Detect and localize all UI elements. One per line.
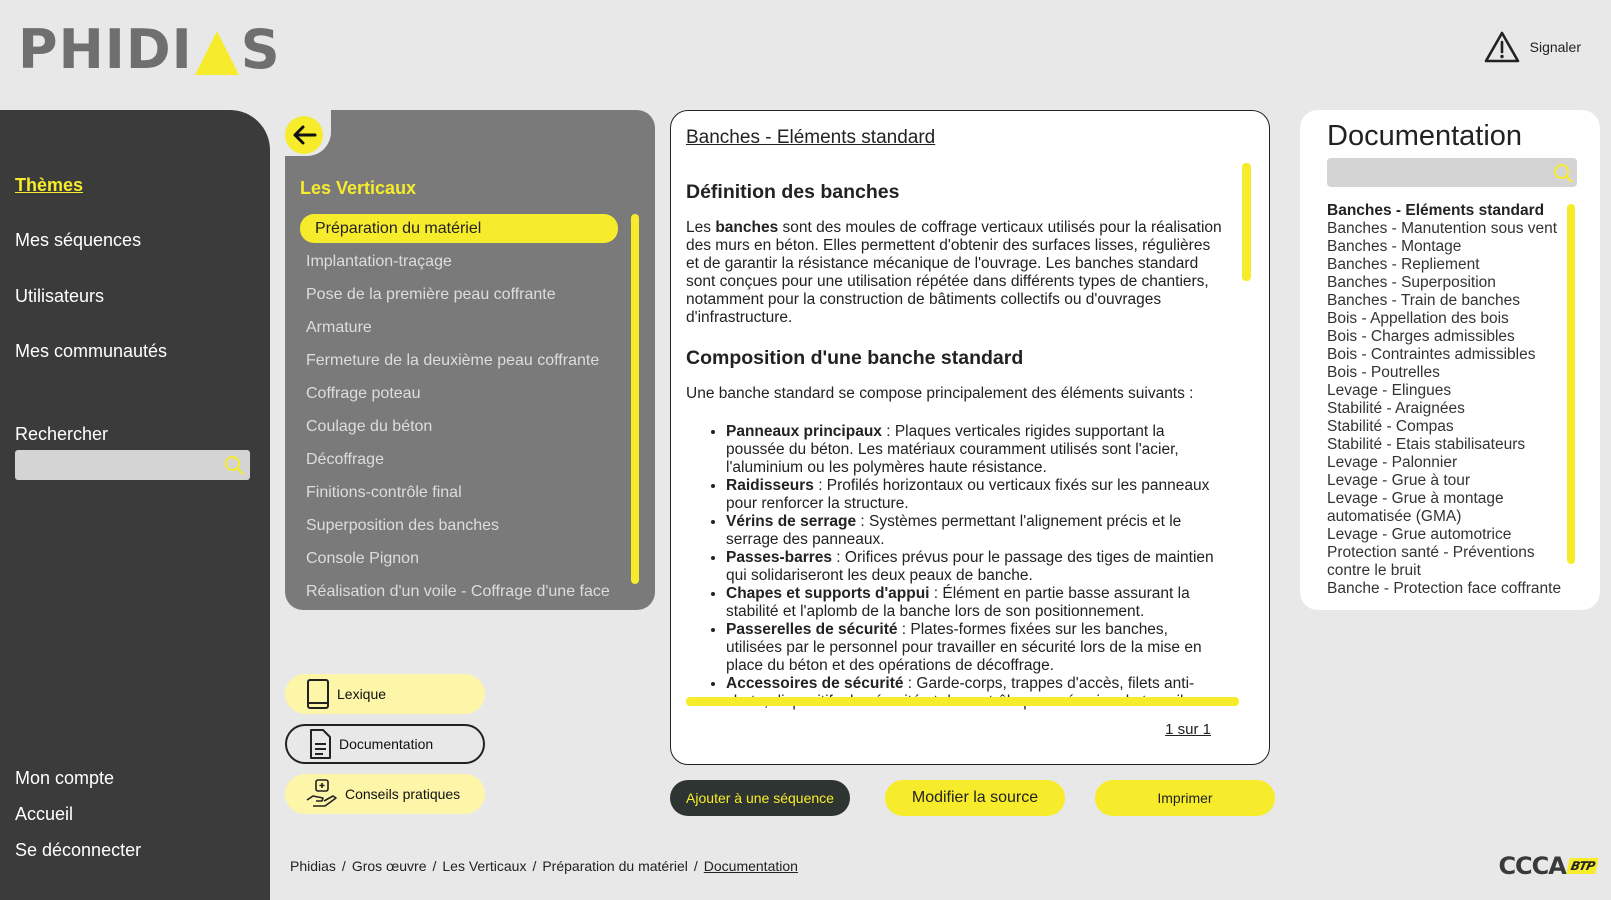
- documentation-label: Documentation: [339, 736, 434, 752]
- doc-item-active[interactable]: Banches - Eléments standard: [1327, 202, 1572, 220]
- theme-item[interactable]: Réalisation d'un voile - Coffrage d'une …: [300, 577, 618, 610]
- doc-item[interactable]: Banches - Manutention sous vent: [1327, 220, 1572, 238]
- doc-item[interactable]: Protection santé - Préventions contre le…: [1327, 544, 1572, 580]
- components-list: Panneaux principaux : Plaques verticales…: [726, 423, 1226, 711]
- theme-list: Préparation du matériel Implantation-tra…: [300, 214, 618, 610]
- document-body: Définition des banches Les banches sont …: [686, 177, 1226, 725]
- nav-home[interactable]: Accueil: [15, 804, 73, 825]
- list-item: Vérins de serrage : Systèmes permettant …: [726, 513, 1226, 549]
- theme-item[interactable]: Coulage du béton: [300, 412, 618, 445]
- documentation-scrollbar[interactable]: [1567, 204, 1575, 564]
- document-vertical-scrollbar[interactable]: [1242, 163, 1251, 281]
- document-horizontal-scrollbar[interactable]: [686, 697, 1239, 706]
- paragraph: Les banches sont des moules de coffrage …: [686, 219, 1222, 326]
- doc-item[interactable]: Bois - Appellation des bois: [1327, 310, 1572, 328]
- doc-item[interactable]: Bois - Poutrelles: [1327, 364, 1572, 382]
- themes-scrollbar[interactable]: [631, 214, 639, 584]
- section-heading: Définition des banches: [686, 181, 900, 203]
- breadcrumb: Phidias / Gros œuvre / Les Verticaux / Prép…: [290, 858, 798, 874]
- documentation-panel-title: Documentation: [1327, 120, 1523, 152]
- search-icon[interactable]: [224, 455, 244, 475]
- breadcrumb-item[interactable]: Préparation du matériel: [542, 858, 688, 874]
- lexicon-label: Lexique: [337, 686, 387, 702]
- themes-title: Les Verticaux: [300, 178, 417, 198]
- doc-item[interactable]: Levage - Grue automotrice: [1327, 526, 1572, 544]
- book-icon: [307, 679, 329, 709]
- doc-item[interactable]: Levage - Grue à tour: [1327, 472, 1572, 490]
- nav-my-communities[interactable]: Mes communautés: [15, 341, 167, 362]
- doc-item[interactable]: Levage - Grue à montage automatisée (GMA…: [1327, 490, 1572, 526]
- phidias-logo[interactable]: PHIDI S: [18, 23, 281, 77]
- search-icon[interactable]: [1553, 163, 1573, 183]
- doc-item[interactable]: Stabilité - Etais stabilisateurs: [1327, 436, 1572, 454]
- doc-item[interactable]: Levage - Elingues: [1327, 382, 1572, 400]
- document-icon: [310, 729, 331, 759]
- nav-my-sequences[interactable]: Mes séquences: [15, 230, 141, 251]
- breadcrumb-item[interactable]: Phidias: [290, 858, 336, 874]
- document-viewer: Banches - Eléments standard Définition d…: [670, 110, 1270, 765]
- doc-item[interactable]: Banches - Repliement: [1327, 256, 1572, 274]
- doc-item[interactable]: Stabilité - Compas: [1327, 418, 1572, 436]
- list-item: Passerelles de sécurité : Plates-formes …: [726, 621, 1226, 675]
- edit-source-button[interactable]: Modifier la source: [885, 780, 1065, 816]
- practical-tips-button[interactable]: Conseils pratiques: [285, 774, 485, 814]
- doc-item[interactable]: Bois - Charges admissibles: [1327, 328, 1572, 346]
- theme-item[interactable]: Coffrage poteau: [300, 379, 618, 412]
- doc-item[interactable]: Stabilité - Araignées: [1327, 400, 1572, 418]
- documentation-list: Banches - Eléments standard Banches - Ma…: [1327, 202, 1572, 602]
- print-button[interactable]: Imprimer: [1095, 780, 1275, 816]
- theme-item[interactable]: Superposition des banches: [300, 511, 618, 544]
- sidebar-search-input[interactable]: [15, 450, 250, 480]
- report-label: Signaler: [1529, 39, 1581, 55]
- lexicon-button[interactable]: Lexique: [285, 674, 485, 714]
- theme-item[interactable]: Décoffrage: [300, 445, 618, 478]
- breadcrumb-item[interactable]: Gros œuvre: [352, 858, 427, 874]
- breadcrumb-item[interactable]: Les Verticaux: [442, 858, 526, 874]
- document-title[interactable]: Banches - Eléments standard: [686, 127, 935, 149]
- pagination[interactable]: 1 sur 1: [1165, 721, 1211, 738]
- ccca-btp-logo: CCCA BTP: [1498, 852, 1599, 880]
- doc-item[interactable]: Bois - Contraintes admissibles: [1327, 346, 1572, 364]
- list-item: Panneaux principaux : Plaques verticales…: [726, 423, 1226, 477]
- theme-item[interactable]: Console Pignon: [300, 544, 618, 577]
- warning-icon: [1484, 31, 1519, 63]
- theme-item[interactable]: Implantation-traçage: [300, 247, 618, 280]
- paragraph: Une banche standard se compose principal…: [686, 385, 1194, 402]
- theme-item[interactable]: Pose de la première peau coffrante: [300, 280, 618, 313]
- logo-triangle: [194, 31, 239, 75]
- doc-item[interactable]: Banches - Superposition: [1327, 274, 1572, 292]
- search-label: Rechercher: [15, 424, 109, 444]
- add-to-sequence-button[interactable]: Ajouter à une séquence: [670, 780, 850, 816]
- nav-users[interactable]: Utilisateurs: [15, 286, 104, 307]
- documentation-panel: Documentation Banches - Eléments standar…: [1300, 110, 1600, 610]
- practical-tips-label: Conseils pratiques: [345, 786, 461, 802]
- doc-item[interactable]: Banches - Montage: [1327, 238, 1572, 256]
- theme-item-active[interactable]: Préparation du matériel: [300, 214, 618, 243]
- doc-item[interactable]: Banche - Protection face coffrante: [1327, 580, 1572, 598]
- documentation-search-input[interactable]: [1327, 158, 1577, 187]
- nav-logout[interactable]: Se déconnecter: [15, 840, 141, 861]
- theme-item[interactable]: Armature: [300, 313, 618, 346]
- nav-themes[interactable]: Thèmes: [15, 175, 83, 196]
- documentation-button[interactable]: Documentation: [285, 724, 485, 764]
- hand-help-icon: [306, 779, 337, 807]
- theme-item[interactable]: Fermeture de la deuxième peau coffrante: [300, 346, 618, 379]
- list-item: Passes-barres : Orifices prévus pour le …: [726, 549, 1226, 585]
- sidebar: Thèmes Mes séquences Utilisateurs Mes co…: [0, 110, 270, 900]
- back-button[interactable]: [285, 116, 323, 154]
- doc-item[interactable]: Levage - Palonnier: [1327, 454, 1572, 472]
- doc-item[interactable]: Banches - Train de banches: [1327, 292, 1572, 310]
- report-button[interactable]: Signaler: [1484, 30, 1581, 64]
- breadcrumb-current[interactable]: Documentation: [704, 858, 798, 874]
- theme-item[interactable]: Finitions-contrôle final: [300, 478, 618, 511]
- list-item: Chapes et supports d'appui : Élément en …: [726, 585, 1226, 621]
- section-heading: Composition d'une banche standard: [686, 347, 1024, 369]
- list-item: Raidisseurs : Profilés horizontaux ou ve…: [726, 477, 1226, 513]
- nav-my-account[interactable]: Mon compte: [15, 768, 114, 789]
- themes-panel: Les Verticaux Préparation du matériel Im…: [285, 110, 655, 610]
- arrow-left-icon: [293, 125, 317, 145]
